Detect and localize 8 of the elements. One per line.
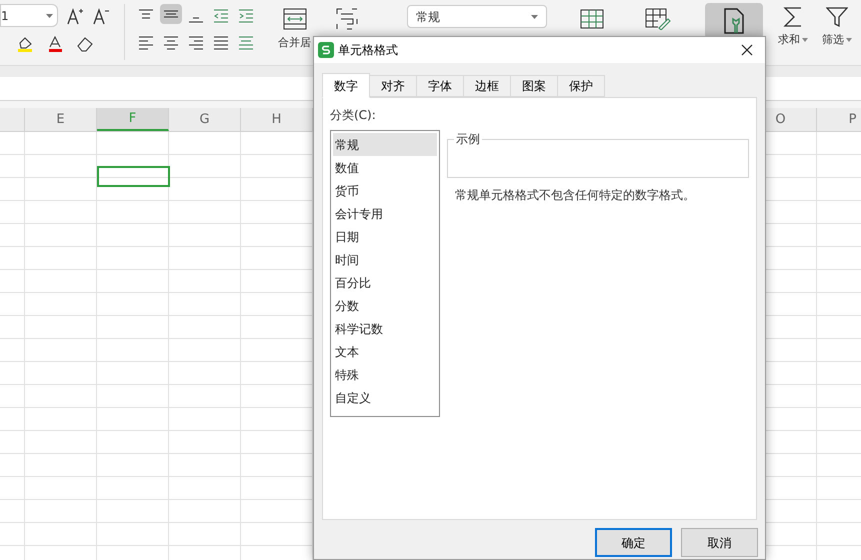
- font-size-value: 1: [1, 8, 9, 24]
- button-label: 求和: [778, 32, 800, 48]
- format-description: 常规单元格格式不包含任何特定的数字格式。: [455, 187, 696, 204]
- dialog-title: 单元格格式: [338, 42, 399, 59]
- sample-label: 示例: [455, 131, 481, 148]
- dropdown-value: 常规: [416, 8, 440, 26]
- category-label: 分类(C):: [330, 107, 377, 124]
- button-label: 筛选: [822, 32, 844, 48]
